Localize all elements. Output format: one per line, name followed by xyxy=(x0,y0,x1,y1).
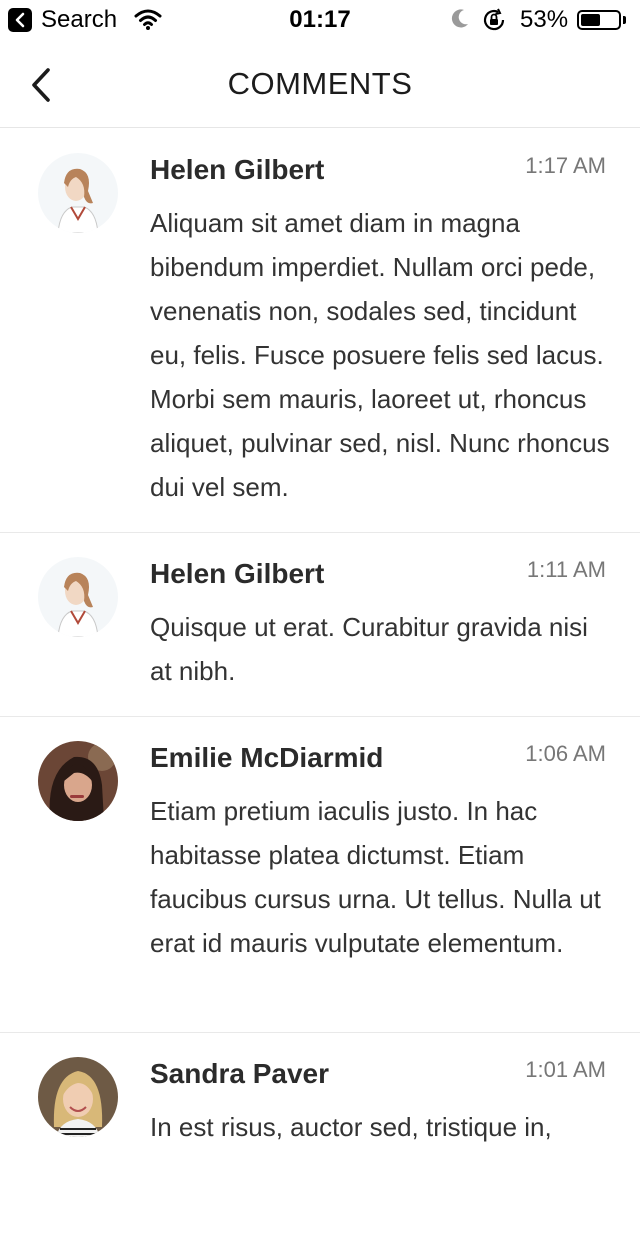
battery-icon xyxy=(577,10,621,30)
do-not-disturb-icon xyxy=(450,8,470,37)
avatar[interactable] xyxy=(38,741,118,821)
battery-tip xyxy=(623,16,626,24)
comment-text: Etiam pretium iaculis justo. In hac habi… xyxy=(150,796,601,958)
comment-author: Sandra Paver xyxy=(150,1058,329,1089)
avatar[interactable] xyxy=(38,1057,118,1137)
orientation-lock-icon xyxy=(482,8,506,39)
comment-item[interactable]: Sandra Paver 1:01 AM In est risus, aucto… xyxy=(0,1033,640,1233)
comment-item[interactable]: Emilie McDiarmid 1:06 AM Etiam pretium i… xyxy=(0,717,640,1033)
comment-item[interactable]: Helen Gilbert 1:17 AM Aliquam sit amet d… xyxy=(0,129,640,533)
battery-percent: 53% xyxy=(520,6,569,33)
avatar[interactable] xyxy=(38,153,118,233)
avatar[interactable] xyxy=(38,557,118,637)
comment-time: 1:06 AM xyxy=(525,741,606,766)
navigation-bar: COMMENTS xyxy=(0,40,640,128)
comment-text: Aliquam sit amet diam in magna bibendum … xyxy=(150,208,610,502)
comment-author: Helen Gilbert xyxy=(150,558,325,589)
comment-time: 1:11 AM xyxy=(526,557,606,582)
comment-author: Helen Gilbert xyxy=(150,154,325,185)
comment-time: 1:01 AM xyxy=(525,1057,606,1082)
page-title: COMMENTS xyxy=(227,66,413,101)
comment-text: In est risus, auctor sed, tristique in, xyxy=(150,1112,552,1142)
comment-item[interactable]: Helen Gilbert 1:11 AM Quisque ut erat. C… xyxy=(0,533,640,717)
comment-author: Emilie McDiarmid xyxy=(150,742,384,773)
comment-time: 1:17 AM xyxy=(525,153,606,178)
battery-fill xyxy=(581,14,600,26)
status-bar: Search 01:17 53% xyxy=(0,0,640,40)
comment-text: Quisque ut erat. Curabitur gravida nisi … xyxy=(150,612,588,686)
